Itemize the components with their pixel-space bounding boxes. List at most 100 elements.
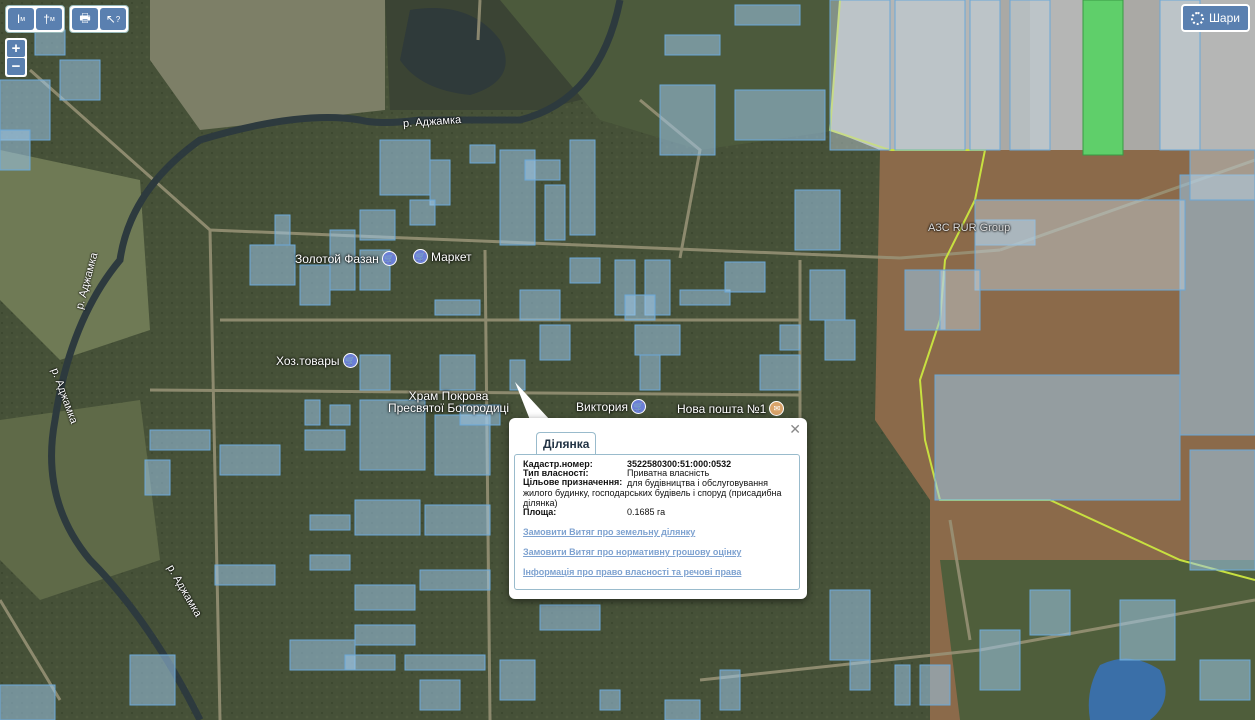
parcel-73[interactable] bbox=[1189, 449, 1255, 571]
parcel-2[interactable] bbox=[659, 84, 716, 156]
parcel-68[interactable] bbox=[1119, 599, 1176, 661]
parcel-58[interactable] bbox=[0, 684, 56, 720]
parcel-80[interactable] bbox=[499, 659, 536, 701]
parcel-43[interactable] bbox=[149, 429, 211, 451]
field-parcel-6[interactable] bbox=[939, 269, 981, 331]
poi-church[interactable]: Храм Покрова Пресвятої Богородиці bbox=[388, 390, 509, 414]
parcel-30[interactable] bbox=[809, 269, 846, 321]
poi-nova-poshta[interactable]: Нова пошта №1 ✉ bbox=[677, 401, 785, 416]
parcel-44[interactable] bbox=[144, 459, 171, 496]
parcel-28[interactable] bbox=[679, 289, 731, 306]
parcel-15[interactable] bbox=[249, 244, 296, 286]
parcel-57[interactable] bbox=[129, 654, 176, 706]
parcel-62[interactable] bbox=[829, 589, 871, 661]
parcel-32[interactable] bbox=[779, 324, 801, 351]
parcel-38[interactable] bbox=[329, 404, 351, 426]
cursor-help-icon[interactable]: ↖? bbox=[100, 8, 126, 30]
parcel-24[interactable] bbox=[519, 289, 561, 321]
parcel-74[interactable] bbox=[934, 374, 1181, 501]
parcel-56[interactable] bbox=[404, 654, 486, 671]
parcel-64[interactable] bbox=[894, 664, 911, 706]
parcel-67[interactable] bbox=[1029, 589, 1071, 636]
layers-button[interactable]: Шари bbox=[1180, 4, 1250, 32]
parcel-31[interactable] bbox=[824, 319, 856, 361]
parcel-72[interactable] bbox=[1179, 174, 1255, 436]
parcel-51[interactable] bbox=[354, 584, 416, 611]
ownership-info-link[interactable]: Інформація про право власності та речові… bbox=[523, 567, 799, 577]
parcel-48[interactable] bbox=[309, 514, 351, 531]
tab-parcel[interactable]: Ділянка bbox=[536, 432, 597, 455]
zoom-in-button[interactable]: + bbox=[7, 40, 25, 57]
parcel-1[interactable] bbox=[734, 4, 801, 26]
order-valuation-link[interactable]: Замовити Витяг про нормативну грошову оц… bbox=[523, 547, 799, 557]
parcel-8[interactable] bbox=[469, 144, 496, 164]
parcel-12[interactable] bbox=[524, 159, 561, 181]
parcel-0[interactable] bbox=[664, 34, 721, 56]
church-label-line2: Пресвятої Богородиці bbox=[388, 401, 510, 415]
parcel-63[interactable] bbox=[849, 659, 871, 691]
parcel-4[interactable] bbox=[794, 189, 841, 251]
order-extract-link[interactable]: Замовити Витяг про земельну ділянку bbox=[523, 527, 799, 537]
parcel-36[interactable] bbox=[439, 354, 476, 391]
parcel-11[interactable] bbox=[569, 139, 596, 236]
popup-body: Кадастр.номер: 3522580300:51:000:0532 Ти… bbox=[514, 454, 800, 590]
parcel-6[interactable] bbox=[379, 139, 431, 196]
parcel-26[interactable] bbox=[634, 324, 681, 356]
parcel-35[interactable] bbox=[359, 354, 391, 391]
close-icon[interactable]: ✕ bbox=[789, 421, 801, 438]
parcel-10[interactable] bbox=[544, 184, 566, 241]
parcel-66[interactable] bbox=[979, 629, 1021, 691]
poi-label: Маркет bbox=[431, 249, 472, 264]
print-icon[interactable]: 🖶 bbox=[72, 8, 98, 30]
parcel-29[interactable] bbox=[724, 261, 766, 293]
parcel-7[interactable] bbox=[429, 159, 451, 206]
parcel-78[interactable] bbox=[34, 29, 66, 56]
parcel-39[interactable] bbox=[304, 429, 346, 451]
parcel-45[interactable] bbox=[219, 444, 281, 476]
parcel-52[interactable] bbox=[419, 569, 491, 591]
poi-zolotoi-fazan[interactable]: Золотой Фазан 🛒 bbox=[295, 251, 397, 266]
parcel-49[interactable] bbox=[309, 554, 351, 571]
poi-viktoria[interactable]: Виктория 🛒 bbox=[576, 399, 647, 414]
parcel-33[interactable] bbox=[759, 354, 801, 391]
parcel-23[interactable] bbox=[624, 294, 656, 321]
parcel-5[interactable] bbox=[359, 209, 396, 241]
field-parcel-3[interactable] bbox=[1009, 0, 1051, 151]
parcel-3[interactable] bbox=[734, 89, 826, 141]
ruler-icon[interactable]: Iм bbox=[8, 8, 34, 30]
parcel-16[interactable] bbox=[299, 264, 331, 306]
parcel-79[interactable] bbox=[539, 604, 601, 631]
satellite-map[interactable] bbox=[0, 0, 1255, 720]
parcel-53[interactable] bbox=[354, 624, 416, 646]
poi-market[interactable]: 🛒 Маркет bbox=[413, 249, 472, 264]
area-icon[interactable]: † м bbox=[36, 8, 62, 30]
parcel-59[interactable] bbox=[599, 689, 621, 711]
parcel-27[interactable] bbox=[639, 354, 661, 391]
parcel-19[interactable] bbox=[434, 299, 481, 316]
field-parcel-1[interactable] bbox=[894, 0, 966, 151]
parcel-55[interactable] bbox=[344, 654, 396, 671]
parcel-46[interactable] bbox=[354, 499, 421, 536]
parcel-76[interactable] bbox=[0, 129, 31, 171]
poi-label: Золотой Фазан bbox=[295, 251, 379, 266]
parcel-25[interactable] bbox=[539, 324, 571, 361]
parcel-47[interactable] bbox=[424, 504, 491, 536]
field-parcel-2[interactable] bbox=[969, 0, 1001, 151]
parcel-60[interactable] bbox=[664, 699, 701, 720]
parcel-50[interactable] bbox=[214, 564, 276, 586]
parcel-14[interactable] bbox=[274, 214, 291, 246]
field-parcel-0[interactable] bbox=[829, 0, 891, 151]
parcel-69[interactable] bbox=[1199, 659, 1251, 701]
field-parcel-5[interactable] bbox=[974, 199, 1186, 291]
parcel-13[interactable] bbox=[409, 199, 436, 226]
parcel-65[interactable] bbox=[919, 664, 951, 706]
parcel-20[interactable] bbox=[569, 257, 601, 284]
zoom-out-button[interactable]: − bbox=[7, 58, 25, 75]
parcel-77[interactable] bbox=[59, 59, 101, 101]
field-parcel-7[interactable] bbox=[1189, 149, 1255, 201]
parcel-81[interactable] bbox=[419, 679, 461, 711]
parcel-61[interactable] bbox=[719, 669, 741, 711]
parcel-37[interactable] bbox=[304, 399, 321, 426]
poi-hoz-tovary[interactable]: Хоз.товары 🛒 bbox=[276, 353, 358, 368]
parcel-70[interactable] bbox=[904, 269, 946, 331]
